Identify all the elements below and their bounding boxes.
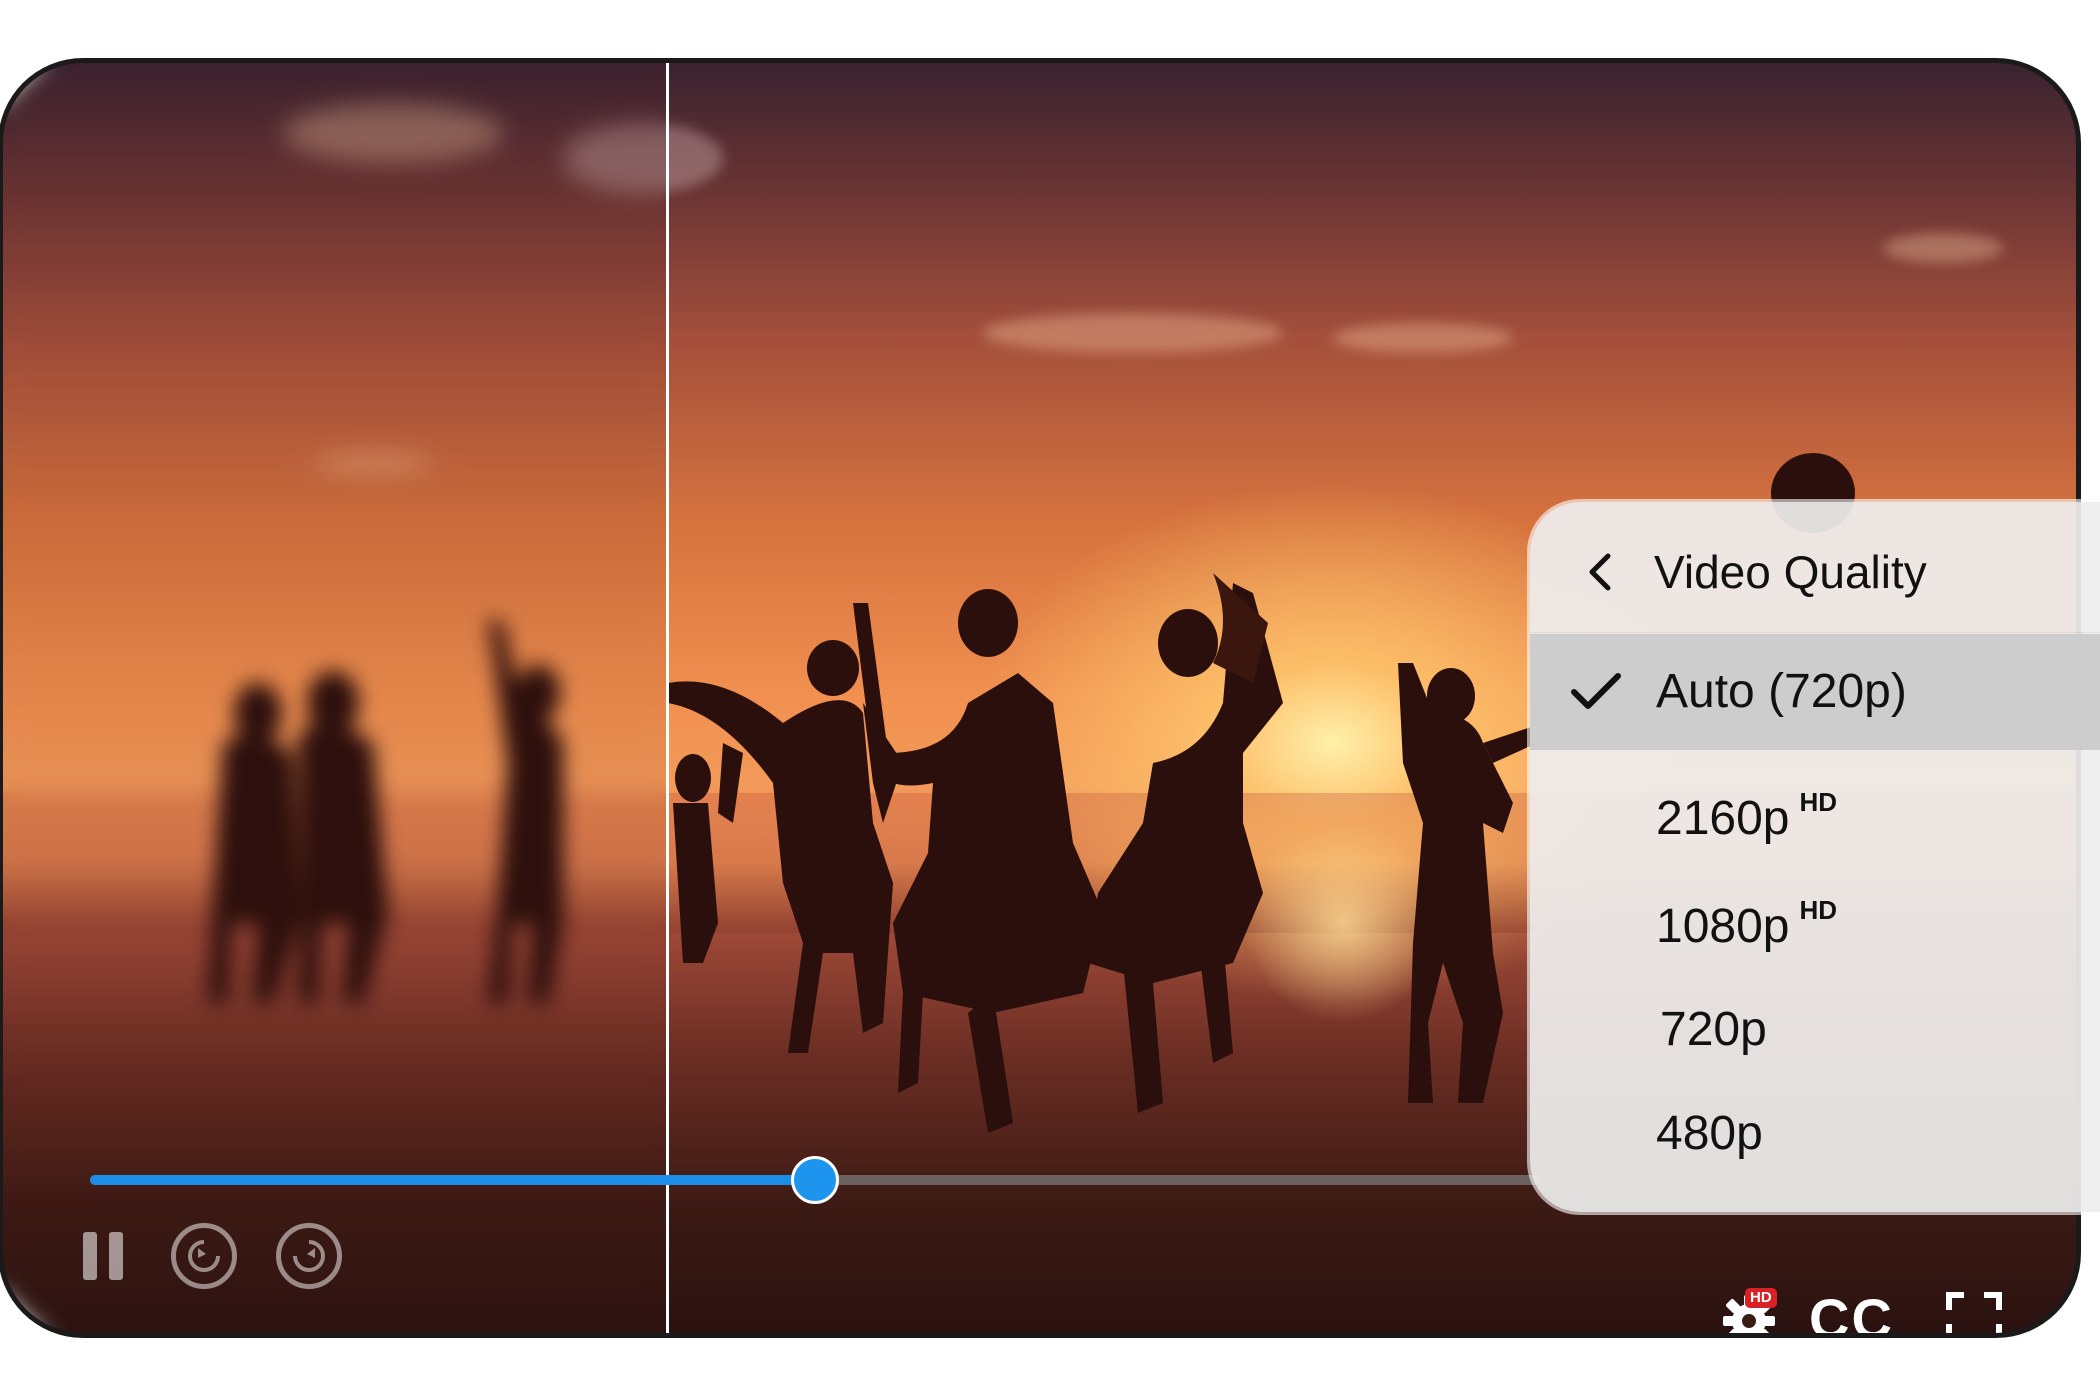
option-label: 2160p HD: [1656, 787, 1838, 845]
quality-option-auto[interactable]: Auto (720p): [1530, 634, 2100, 750]
menu-title: Video Quality: [1654, 546, 1927, 598]
fullscreen-icon: [1946, 1292, 2002, 1333]
blurred-comparison-half: [3, 63, 668, 1333]
hd-badge: HD: [1745, 1288, 1777, 1308]
option-label: 1080p HD: [1656, 895, 1838, 953]
menu-header[interactable]: Video Quality: [1530, 502, 2100, 633]
split-divider[interactable]: [666, 63, 669, 1333]
pause-icon: [83, 1232, 97, 1280]
chevron-left-icon[interactable]: [1586, 552, 1616, 592]
replay-10-icon: [188, 1240, 220, 1272]
quality-option-720p[interactable]: 720p: [1530, 972, 2100, 1088]
rewind-button[interactable]: [171, 1223, 237, 1289]
progress-scrubber[interactable]: [791, 1156, 839, 1204]
option-label: Auto (720p): [1656, 665, 1907, 718]
video-quality-menu: Video Quality Auto (720p) 2160p HD 1080p H…: [1530, 502, 2100, 1212]
progress-fill: [90, 1175, 815, 1185]
hd-superscript: HD: [1799, 895, 1838, 925]
quality-option-2160p[interactable]: 2160p HD: [1530, 750, 2100, 866]
option-label: 480p: [1656, 1107, 1763, 1160]
quality-option-1080p[interactable]: 1080p HD: [1530, 858, 2100, 974]
captions-button[interactable]: CC: [1809, 1289, 1894, 1334]
forward-10-icon: [293, 1240, 325, 1272]
pause-button[interactable]: [79, 1228, 129, 1284]
forward-button[interactable]: [276, 1223, 342, 1289]
hd-superscript: HD: [1799, 787, 1838, 817]
option-label: 720p: [1660, 1003, 1767, 1056]
fullscreen-button[interactable]: [1945, 1291, 2003, 1333]
check-icon: [1571, 673, 1621, 709]
quality-option-480p[interactable]: 480p: [1530, 1076, 2100, 1192]
